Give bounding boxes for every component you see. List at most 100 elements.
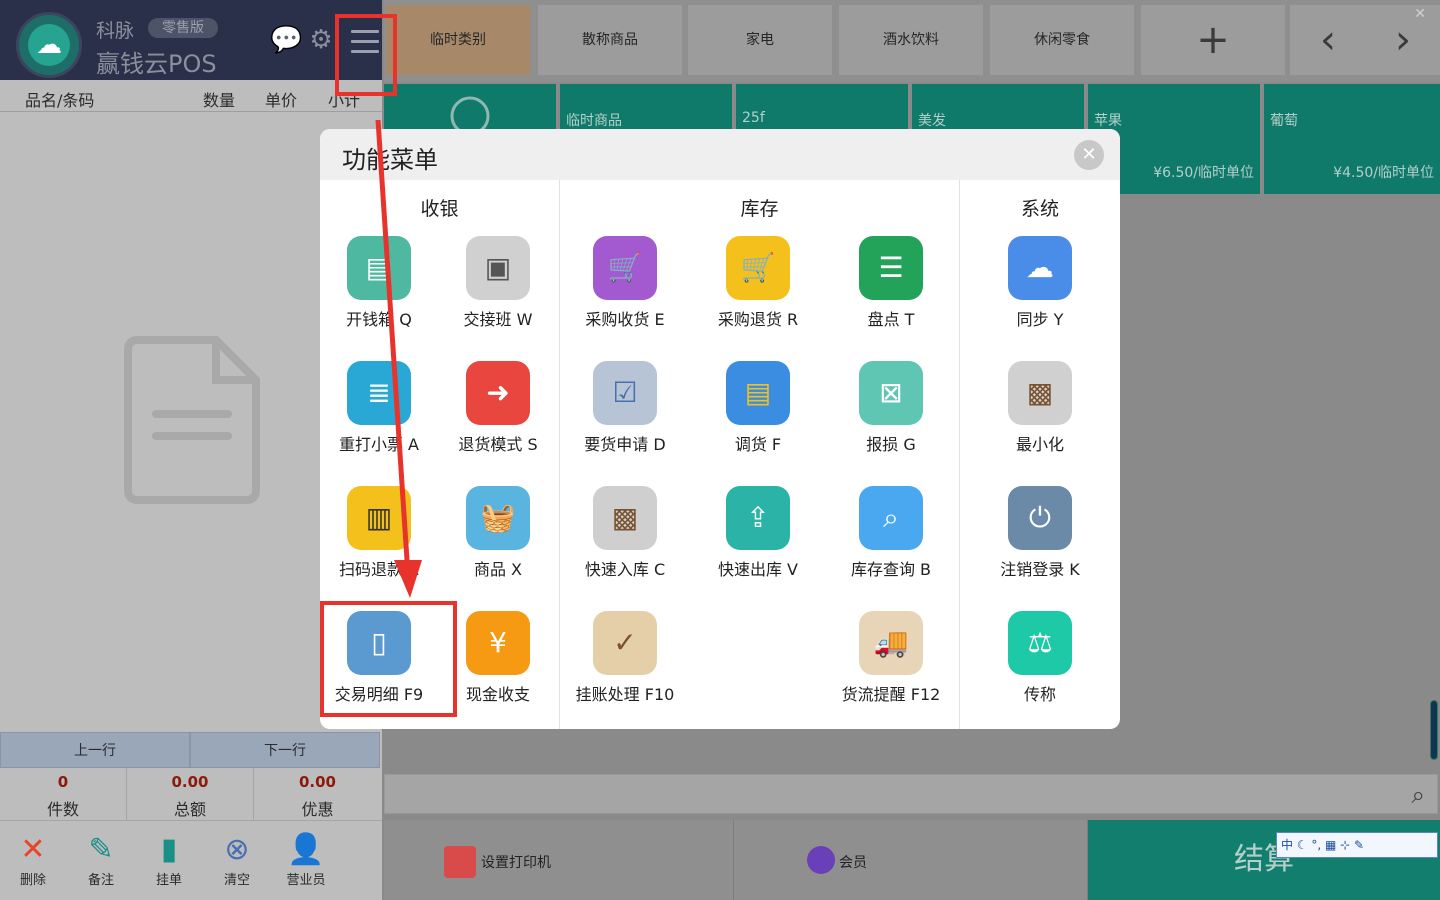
category-bar: 临时类别 散称商品 家电 酒水饮料 休闲零食 + ‹ › ✕: [384, 0, 1440, 82]
menu-button[interactable]: [335, 14, 397, 96]
message-icon[interactable]: 💬: [270, 24, 302, 56]
total-amount-label: 总额: [173, 800, 206, 819]
column-name: 品名/条码: [25, 91, 95, 110]
category-temp[interactable]: 临时类别: [386, 5, 530, 75]
tile-quick-stock-in[interactable]: ▩ 快速入库 C: [570, 486, 680, 596]
ime-toolbar[interactable]: 中 ☾ °, ▦ ⊹ ✎: [1276, 832, 1438, 858]
pen-icon: ✎: [88, 832, 114, 867]
add-category-plus-icon[interactable]: +: [1141, 5, 1285, 75]
tile-label: 要货申请 D: [584, 435, 666, 454]
tile-label: 注销登录 K: [1000, 560, 1080, 579]
product-tile[interactable]: 葡萄 ¥4.50/临时单位: [1264, 84, 1440, 194]
close-icon[interactable]: ✕: [1414, 6, 1426, 22]
delete-label: 删除: [19, 873, 46, 888]
id-card-icon: ▣: [466, 236, 530, 300]
delivery-truck-icon: 🚚: [859, 611, 923, 675]
next-row-button[interactable]: 下一行: [190, 732, 380, 768]
hold-order-button[interactable]: ▮ 挂单: [139, 831, 199, 888]
cash-register-icon: ▤: [347, 236, 411, 300]
product-name: 美发: [918, 113, 946, 129]
tile-goods-flow-reminder[interactable]: 🚚 货流提醒 F12: [836, 611, 946, 721]
tile-reprint-receipt[interactable]: ≣ 重打小票 A: [324, 361, 434, 471]
scrollbar[interactable]: [1430, 700, 1438, 760]
discount-label: 优惠: [301, 800, 334, 819]
tile-scale-transfer[interactable]: ⚖ 传称: [985, 611, 1095, 721]
power-icon: ⏻: [1008, 486, 1072, 550]
tile-return-mode[interactable]: ➜ 退货模式 S: [443, 361, 553, 471]
tile-products[interactable]: 🧺 商品 X: [443, 486, 553, 596]
product-name: 苹果: [1094, 113, 1122, 129]
product-name: 临时商品: [566, 113, 622, 129]
yen-cycle-icon: ¥: [466, 611, 530, 675]
tile-label: 开钱箱 Q: [346, 310, 412, 329]
close-icon[interactable]: ✕: [1074, 140, 1104, 170]
member-button[interactable]: 会员: [734, 820, 1088, 900]
item-count-label: 件数: [46, 800, 79, 819]
tile-damage-report[interactable]: ⊠ 报损 G: [836, 361, 946, 471]
tile-minimize[interactable]: ▩ 最小化: [985, 361, 1095, 471]
tile-open-cash-drawer[interactable]: ▤ 开钱箱 Q: [324, 236, 434, 346]
tile-label: 同步 Y: [1016, 310, 1064, 329]
product-price: ¥6.50/临时单位: [1153, 165, 1254, 181]
delete-button[interactable]: ✕ 删除: [3, 831, 63, 888]
salesperson-button[interactable]: 👤 营业员: [276, 831, 336, 888]
tile-shift-handover[interactable]: ▣ 交接班 W: [443, 236, 553, 346]
boxes-swap-icon: ▩: [593, 486, 657, 550]
product-price: ¥4.50/临时单位: [1333, 165, 1434, 181]
tile-cash-in-out[interactable]: ¥ 现金收支: [443, 611, 553, 721]
tile-scan-refund[interactable]: ▥ 扫码退款 Z: [324, 486, 434, 596]
brand-name: 科脉: [96, 20, 135, 42]
boxes-swap-icon: ▩: [1008, 361, 1072, 425]
gear-icon[interactable]: ⚙: [305, 24, 337, 56]
scale-icon: ⚖: [1008, 611, 1072, 675]
search-input[interactable]: ⌕: [384, 774, 1438, 814]
cart-column-header: 品名/条码 数量 单价 小计: [0, 82, 382, 112]
category-appliance[interactable]: 家电: [688, 5, 832, 75]
magnifier-icon: ⌕: [859, 486, 923, 550]
tile-goods-request[interactable]: ☑ 要货申请 D: [570, 361, 680, 471]
chevron-left-icon[interactable]: ‹: [1290, 5, 1366, 75]
tile-credit-handling[interactable]: ✓ 挂账处理 F10: [570, 611, 680, 721]
tile-label: 快速入库 C: [584, 560, 666, 579]
tile-quick-stock-out[interactable]: ⇪ 快速出库 V: [703, 486, 813, 596]
search-icon[interactable]: ⌕: [1412, 781, 1425, 809]
tile-purchase-receive[interactable]: 🛒 采购收货 E: [570, 236, 680, 346]
tile-stock-query[interactable]: ⌕ 库存查询 B: [836, 486, 946, 596]
chevron-right-icon[interactable]: ›: [1366, 5, 1440, 75]
clipboard-icon: ▮: [160, 832, 178, 867]
tile-stocktake[interactable]: ☰ 盘点 T: [836, 236, 946, 346]
tile-purchase-return[interactable]: 🛒 采购退货 R: [703, 236, 813, 346]
total-amount-value: 0.00: [171, 773, 209, 791]
tile-sync[interactable]: ☁ 同步 Y: [985, 236, 1095, 346]
document-check-icon: ☑: [593, 361, 657, 425]
tile-label: 库存查询 B: [850, 560, 932, 579]
tile-label: 扫码退款 Z: [338, 560, 420, 579]
section-stock: 库存 🛒 采购收货 E 🛒 采购退货 R ☰ 盘点 T ☑ 要货申请 D ▤ 调货 F ⊠…: [560, 180, 959, 729]
note-label: 备注: [87, 873, 114, 888]
empty-document-icon: [124, 336, 260, 504]
highlight-box: [320, 601, 457, 717]
return-cart-icon: ➜: [466, 361, 530, 425]
tile-label: 商品 X: [473, 560, 523, 579]
person-icon: 👤: [287, 832, 325, 867]
tile-logout[interactable]: ⏻ 注销登录 K: [985, 486, 1095, 596]
delete-x-icon: ✕: [20, 832, 46, 867]
tile-label: 报损 G: [866, 435, 916, 454]
note-button[interactable]: ✎ 备注: [71, 831, 131, 888]
tile-label: 采购退货 R: [717, 310, 799, 329]
basket-icon: 🧺: [466, 486, 530, 550]
column-qty: 数量: [203, 91, 236, 110]
prev-row-button[interactable]: 上一行: [0, 732, 190, 768]
category-drinks[interactable]: 酒水饮料: [839, 5, 983, 75]
tile-transfer[interactable]: ▤ 调货 F: [703, 361, 813, 471]
category-snacks[interactable]: 休闲零食: [990, 5, 1134, 75]
tile-label: 挂账处理 F10: [575, 685, 675, 704]
member-label: 会员: [839, 855, 867, 871]
printer-settings-button[interactable]: 设置打印机: [384, 820, 734, 900]
tile-label: 调货 F: [734, 435, 782, 454]
clear-button[interactable]: ⊗ 清空: [207, 831, 267, 888]
category-bulk[interactable]: 散称商品: [538, 5, 682, 75]
totals-bar: 0 件数 0.00 总额 0.00 优惠: [0, 768, 382, 820]
receipt-icon: ≣: [347, 361, 411, 425]
tile-label: 快速出库 V: [717, 560, 799, 579]
